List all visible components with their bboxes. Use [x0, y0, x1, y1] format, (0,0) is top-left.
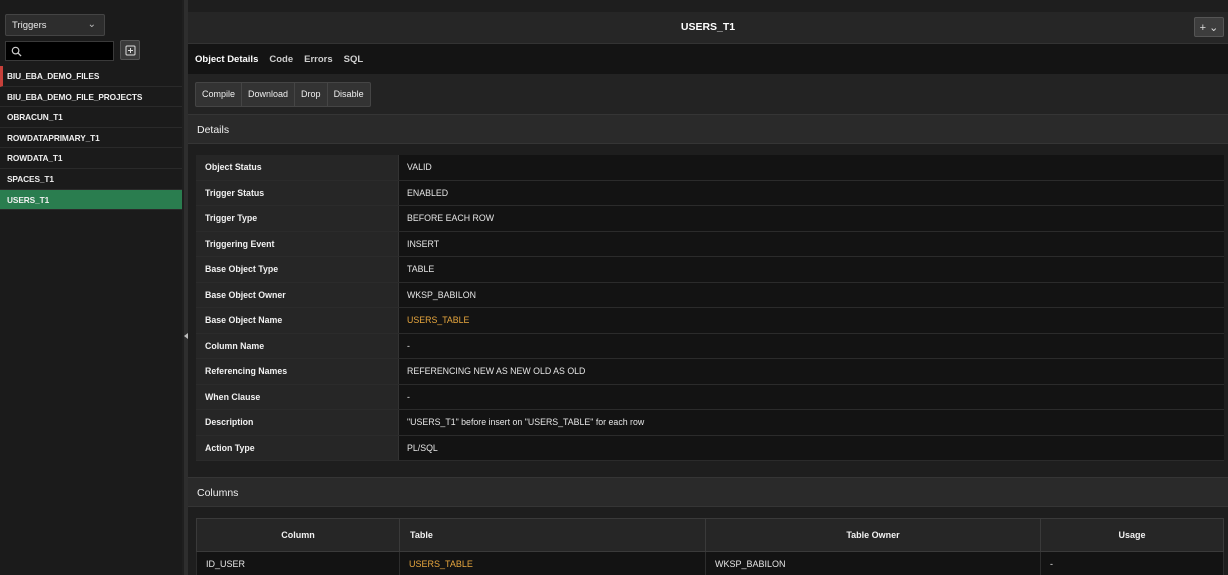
new-object-icon	[125, 45, 135, 55]
object-type-label: Triggers	[12, 19, 47, 31]
detail-label: Triggering Event	[196, 231, 399, 256]
column-header-usage[interactable]: Usage	[1040, 518, 1224, 552]
detail-row: Action Type PL/SQL	[196, 435, 1224, 461]
table-row: ID_USER USERS_TABLE WKSP_BABILON -	[196, 551, 1224, 575]
object-list-item[interactable]: BIU_EBA_DEMO_FILES	[0, 66, 182, 87]
cell-table-link[interactable]: USERS_TABLE	[399, 551, 706, 575]
detail-label: Column Name	[196, 333, 399, 358]
object-type-select[interactable]: Triggers ⌄	[5, 14, 105, 36]
object-list-item[interactable]: SPACES_T1	[0, 169, 182, 190]
detail-row: Triggering Event INSERT	[196, 231, 1224, 257]
action-button-group: Compile Download Drop Disable	[195, 82, 371, 107]
column-header-table[interactable]: Table	[399, 518, 706, 552]
tab-sql[interactable]: SQL	[344, 54, 364, 65]
create-object-button[interactable]	[120, 40, 140, 60]
detail-row: Base Object Owner WKSP_BABILON	[196, 282, 1224, 308]
detail-label: Trigger Status	[196, 180, 399, 205]
details-section-header: Details	[188, 114, 1228, 144]
detail-row: Object Status VALID	[196, 155, 1224, 181]
tab-code[interactable]: Code	[269, 54, 293, 65]
column-header-column[interactable]: Column	[196, 518, 400, 552]
object-list-item-selected[interactable]: USERS_T1	[0, 189, 182, 211]
detail-label: Object Status	[196, 155, 399, 180]
detail-row: When Clause -	[196, 384, 1224, 410]
search-input[interactable]	[26, 46, 106, 56]
object-list-item[interactable]: ROWDATAPRIMARY_T1	[0, 128, 182, 149]
chevron-down-icon: ⌄	[87, 19, 96, 30]
detail-label: Base Object Name	[196, 308, 399, 333]
add-menu-button[interactable]: + ⌄	[1194, 17, 1224, 37]
compile-button[interactable]: Compile	[196, 83, 243, 106]
object-list-item[interactable]: OBRACUN_T1	[0, 107, 182, 128]
detail-value: TABLE	[399, 257, 1224, 282]
detail-value: WKSP_BABILON	[399, 282, 1224, 307]
detail-value: -	[399, 333, 1224, 358]
drop-button[interactable]: Drop	[295, 83, 328, 106]
object-browser-panel: Triggers ⌄ BIU_EBA_DEMO_FILES BIU_EBA_DE…	[0, 0, 182, 575]
search-icon	[11, 46, 22, 57]
detail-row: Base Object Name USERS_TABLE	[196, 308, 1224, 334]
detail-value: ENABLED	[399, 180, 1224, 205]
page-title: USERS_T1	[680, 21, 736, 33]
detail-value: BEFORE EACH ROW	[399, 206, 1224, 231]
cell-owner: WKSP_BABILON	[705, 551, 1041, 575]
detail-value: "USERS_T1" before insert on "USERS_TABLE…	[399, 410, 1224, 435]
detail-label: Description	[196, 410, 399, 435]
detail-value: -	[399, 384, 1224, 409]
search-field[interactable]	[5, 41, 114, 61]
download-button[interactable]: Download	[242, 83, 296, 106]
tab-errors[interactable]: Errors	[304, 54, 333, 65]
detail-tabs: Object Details Code Errors SQL	[188, 44, 1228, 74]
detail-row: Referencing Names REFERENCING NEW AS NEW …	[196, 359, 1224, 385]
details-table: Object Status VALID Trigger Status ENABLED…	[196, 155, 1224, 461]
base-object-link[interactable]: USERS_TABLE	[399, 308, 1224, 333]
detail-label: Base Object Type	[196, 257, 399, 282]
detail-label: Base Object Owner	[196, 282, 399, 307]
detail-label: Trigger Type	[196, 206, 399, 231]
columns-table: Column Table Table Owner Usage ID_USER U…	[196, 518, 1224, 575]
action-toolbar: Compile Download Drop Disable	[188, 74, 1228, 114]
detail-row: Base Object Type TABLE	[196, 257, 1224, 283]
detail-label: When Clause	[196, 384, 399, 409]
disable-button[interactable]: Disable	[328, 83, 370, 106]
detail-value: INSERT	[399, 231, 1224, 256]
detail-label: Action Type	[196, 435, 399, 460]
cell-column: ID_USER	[196, 551, 400, 575]
columns-heading: Columns	[197, 487, 239, 499]
table-header-row: Column Table Table Owner Usage	[196, 518, 1224, 552]
detail-row: Trigger Status ENABLED	[196, 180, 1224, 206]
cell-usage: -	[1040, 551, 1224, 575]
object-detail-panel: USERS_T1 + ⌄ Object Details Code Errors …	[188, 0, 1228, 575]
object-list: BIU_EBA_DEMO_FILES BIU_EBA_DEMO_FILE_PRO…	[0, 66, 182, 211]
detail-label: Referencing Names	[196, 359, 399, 384]
object-list-item[interactable]: ROWDATA_T1	[0, 148, 182, 169]
detail-header: USERS_T1 + ⌄	[188, 12, 1228, 44]
tab-object-details[interactable]: Object Details	[195, 54, 258, 65]
detail-value: REFERENCING NEW AS NEW OLD AS OLD	[399, 359, 1224, 384]
column-header-owner[interactable]: Table Owner	[705, 518, 1041, 552]
columns-section-header: Columns	[188, 477, 1228, 507]
detail-row: Description "USERS_T1" before insert on "…	[196, 410, 1224, 436]
detail-value: PL/SQL	[399, 435, 1224, 460]
details-heading: Details	[197, 124, 230, 136]
detail-row: Column Name -	[196, 333, 1224, 359]
detail-row: Trigger Type BEFORE EACH ROW	[196, 206, 1224, 232]
object-list-item[interactable]: BIU_EBA_DEMO_FILE_PROJECTS	[0, 87, 182, 108]
detail-value: VALID	[399, 155, 1224, 180]
